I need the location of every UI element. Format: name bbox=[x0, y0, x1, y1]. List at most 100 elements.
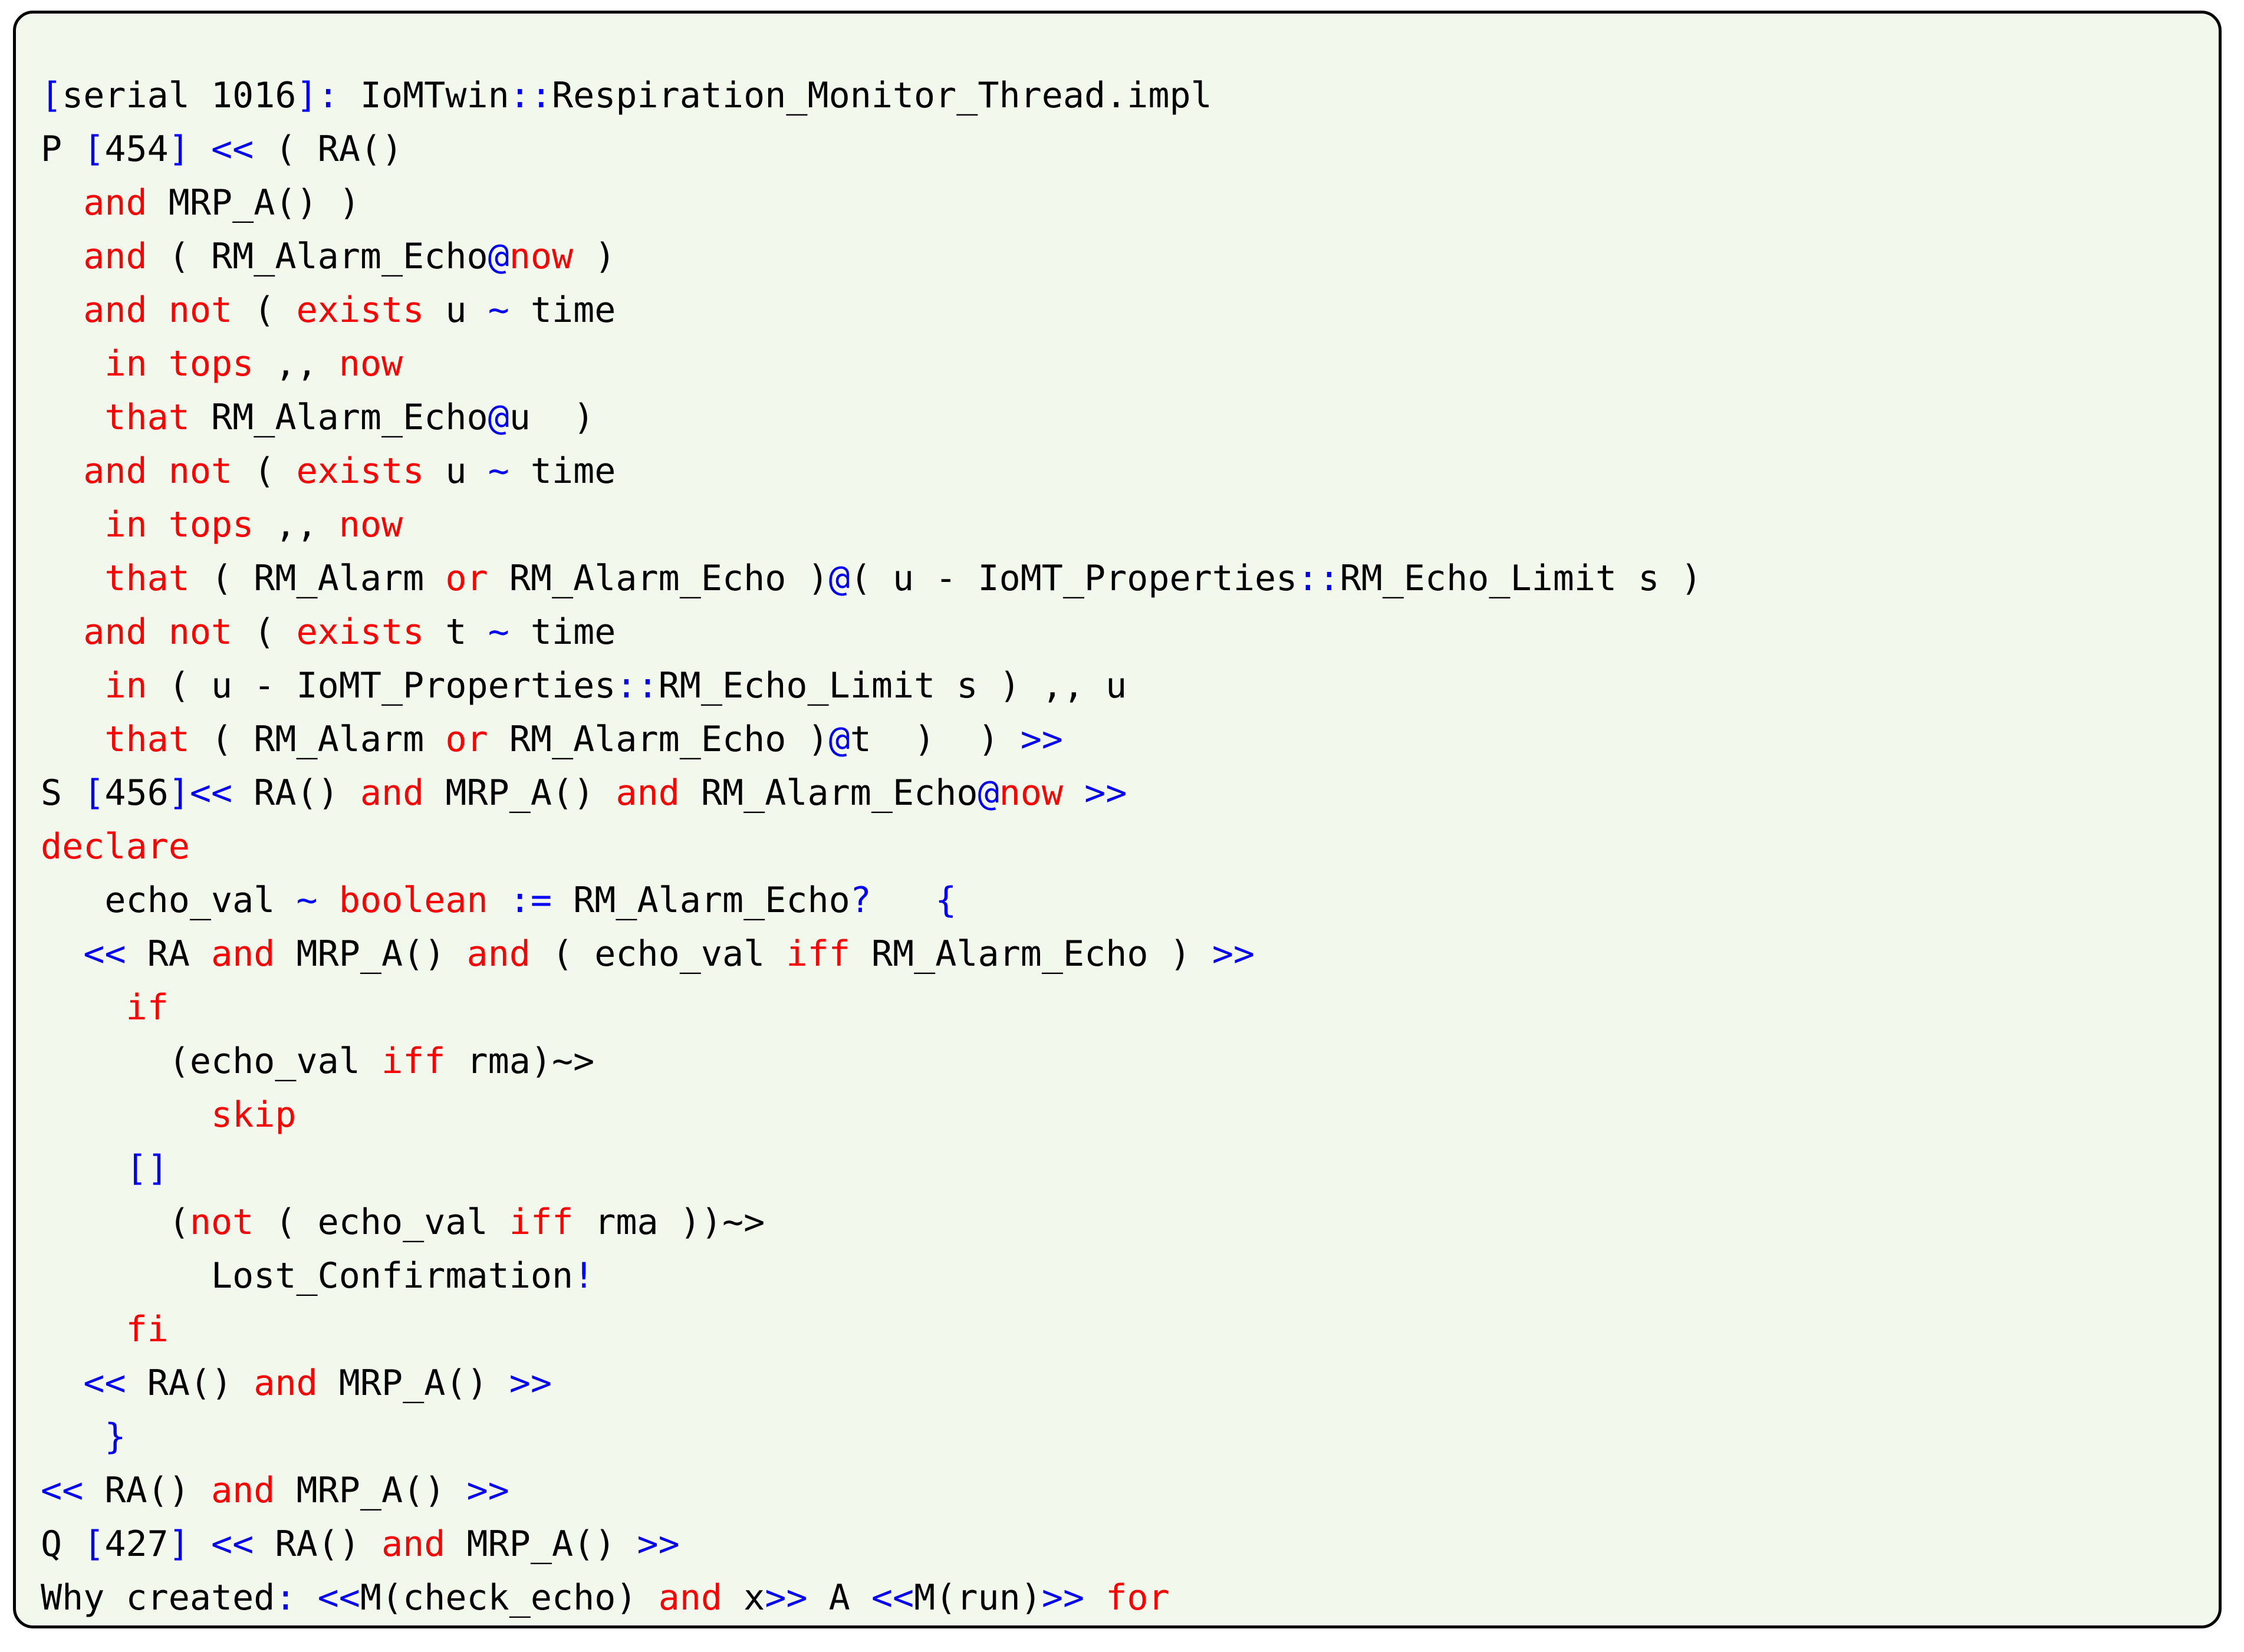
code-token: now bbox=[999, 772, 1063, 814]
code-token: and bbox=[211, 1470, 275, 1511]
code-token: ] bbox=[168, 772, 190, 814]
precondition-echo-now-line: and ( RM_Alarm_Echo@now ) bbox=[41, 230, 2219, 284]
code-token: in bbox=[104, 665, 147, 706]
precondition-and-mrp-line: and MRP_A() ) bbox=[41, 176, 2219, 230]
code-token: skip bbox=[210, 1094, 297, 1136]
guard-echo-val-iff-rma-line: (echo_val iff rma)~> bbox=[41, 1035, 2219, 1088]
code-token: MRP_A() bbox=[445, 1523, 637, 1565]
code-token: MRP_A() bbox=[275, 933, 467, 975]
code-token: and bbox=[616, 772, 680, 814]
code-token: now bbox=[338, 504, 403, 545]
code-token: ] bbox=[168, 1523, 190, 1565]
code-token: << bbox=[211, 1523, 254, 1565]
code-token: RM_Alarm_Echo bbox=[189, 397, 488, 438]
skip-statement-line: skip bbox=[41, 1088, 2219, 1142]
code-token: RA() bbox=[83, 1470, 211, 1511]
code-token: RM_Echo_Limit s ) ,, u bbox=[658, 665, 1127, 706]
code-token: fi bbox=[126, 1309, 169, 1350]
code-token: or bbox=[445, 719, 488, 760]
code-token: that bbox=[104, 558, 190, 599]
code-token: and bbox=[83, 182, 147, 223]
code-token: ( bbox=[232, 450, 297, 492]
code-token: RM_Alarm_Echo ) bbox=[850, 933, 1212, 975]
if-keyword-line: if bbox=[41, 981, 2219, 1035]
code-token: @ bbox=[828, 558, 850, 599]
code-token: in tops bbox=[104, 343, 254, 384]
code-token: [] bbox=[126, 1148, 169, 1189]
code-token: iff bbox=[786, 933, 850, 975]
precondition-in-tops-line-1: in tops ,, now bbox=[41, 337, 2219, 391]
code-listing-frame: [serial 1016]: IoMTwin::Respiration_Moni… bbox=[13, 11, 2222, 1628]
code-token: @ bbox=[488, 236, 509, 277]
code-token: Why created bbox=[41, 1577, 275, 1618]
code-token: or bbox=[445, 558, 488, 599]
code-token: [ bbox=[83, 772, 105, 814]
code-token: << bbox=[211, 129, 254, 170]
code-token: iff bbox=[381, 1041, 446, 1082]
code-token: ~ bbox=[488, 289, 509, 331]
code-token: ] bbox=[168, 129, 190, 170]
code-token: ( bbox=[41, 1202, 190, 1243]
echo-val-declaration-line: echo_val ~ boolean := RM_Alarm_Echo? { bbox=[41, 874, 2219, 927]
code-token: 456 bbox=[104, 772, 169, 814]
code-token: ( RM_Alarm bbox=[189, 719, 446, 760]
code-token: if bbox=[126, 987, 169, 1028]
code-token: ~ bbox=[488, 450, 509, 492]
code-token: ( RM_Alarm bbox=[189, 558, 446, 599]
code-token: RA bbox=[126, 933, 211, 975]
precondition-that-alarm-at-t-line: that ( RM_Alarm or RM_Alarm_Echo )@t ) )… bbox=[41, 713, 2219, 766]
code-token: >> bbox=[1212, 933, 1255, 975]
code-token: and bbox=[211, 933, 275, 975]
code-token: iff bbox=[509, 1202, 574, 1243]
code-token: ( echo_val bbox=[530, 933, 787, 975]
code-token: : bbox=[275, 1577, 297, 1618]
code-token: t ) ) bbox=[850, 719, 1021, 760]
statement-label-line: S [456]<< RA() and MRP_A() and RM_Alarm_… bbox=[41, 766, 2219, 820]
code-token: t bbox=[424, 611, 488, 653]
guard-separator-line: [] bbox=[41, 1142, 2219, 1196]
code-token: RM_Alarm_Echo ) bbox=[488, 719, 829, 760]
code-token: ~ bbox=[296, 880, 318, 921]
code-token: RM_Alarm_Echo bbox=[551, 880, 850, 921]
code-token: ] bbox=[296, 75, 318, 116]
inner-postcondition-line: << RA() and MRP_A() >> bbox=[41, 1357, 2219, 1410]
code-token: and bbox=[254, 1363, 318, 1404]
code-token: u ) bbox=[509, 397, 595, 438]
code-token: Lost_Confirmation bbox=[41, 1255, 574, 1296]
code-token: M(run) bbox=[914, 1577, 1042, 1618]
code-token: [ bbox=[83, 129, 105, 170]
code-token: << bbox=[871, 1577, 914, 1618]
code-token: >> bbox=[637, 1523, 680, 1565]
code-token: time bbox=[509, 289, 616, 331]
code-token: and bbox=[381, 1523, 446, 1565]
code-token: and not bbox=[83, 289, 233, 331]
code-token: A bbox=[807, 1577, 871, 1618]
code-token: :: bbox=[616, 665, 659, 706]
code-token: and not bbox=[83, 450, 233, 492]
code-token: u bbox=[424, 289, 488, 331]
precondition-that-alarm-echo-limit-line: that ( RM_Alarm or RM_Alarm_Echo )@( u -… bbox=[41, 552, 2219, 605]
code-token: := bbox=[509, 880, 552, 921]
code-token: that bbox=[104, 397, 190, 438]
code-token: ? bbox=[850, 880, 871, 921]
code-block: [serial 1016]: IoMTwin::Respiration_Moni… bbox=[16, 49, 2219, 1625]
code-token: 454 bbox=[104, 129, 169, 170]
code-token: RA() bbox=[232, 772, 360, 814]
code-token: and bbox=[83, 236, 147, 277]
code-token: IoMTwin bbox=[338, 75, 509, 116]
code-token: MRP_A() ) bbox=[147, 182, 360, 223]
code-token: ( bbox=[232, 611, 297, 653]
code-token: ( RA() bbox=[254, 129, 403, 170]
